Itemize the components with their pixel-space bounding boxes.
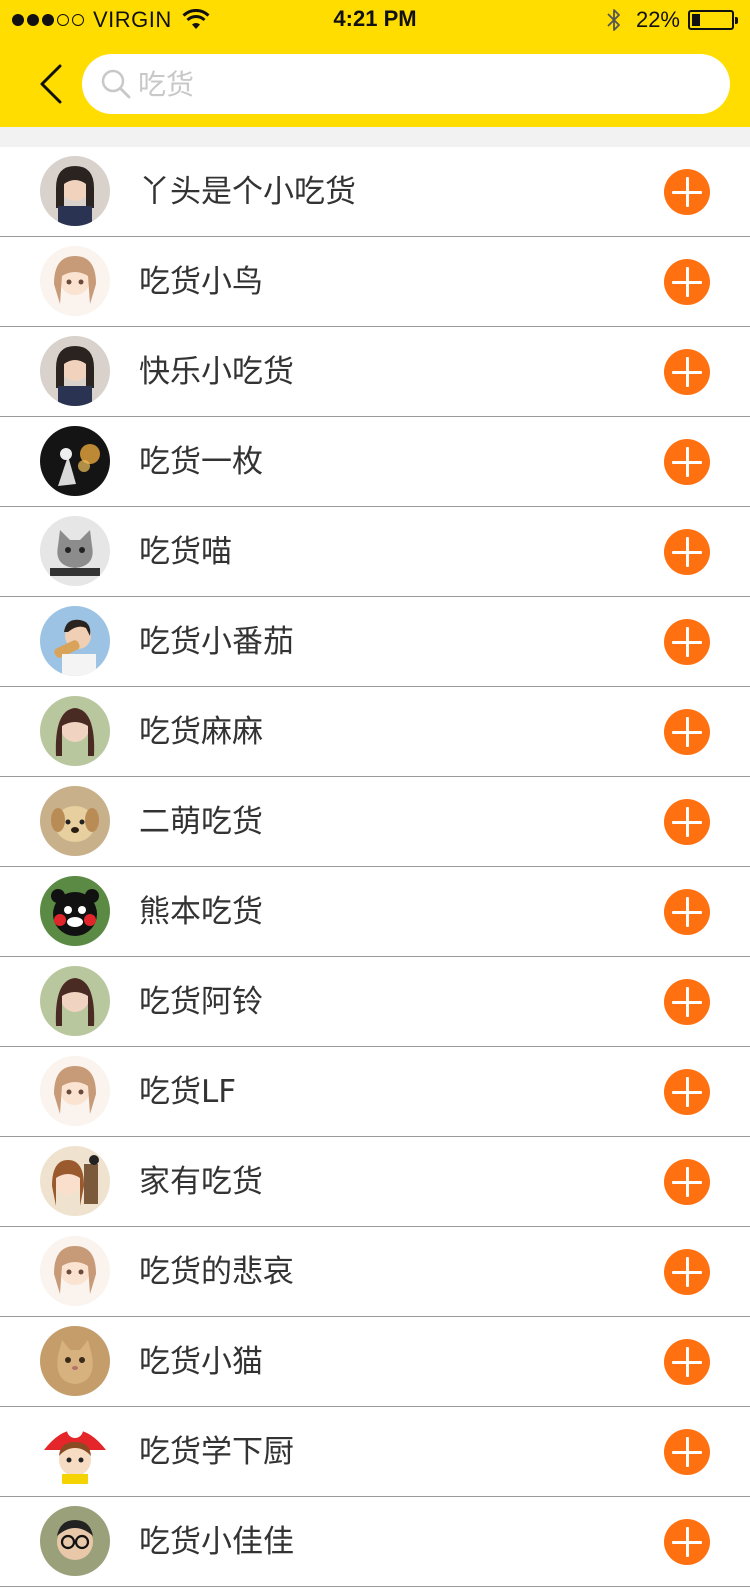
avatar[interactable] (40, 696, 110, 766)
add-friend-button[interactable] (664, 1249, 710, 1295)
user-name[interactable]: 吃货小番茄 (139, 597, 294, 687)
add-friend-button[interactable] (664, 349, 710, 395)
avatar-image (40, 1056, 110, 1126)
search-icon (101, 69, 131, 99)
avatar-image (40, 516, 110, 586)
status-bar: VIRGIN 4:21 PM 22% (0, 0, 750, 40)
add-friend-button[interactable] (664, 1069, 710, 1115)
back-button[interactable] (30, 58, 74, 110)
add-friend-button[interactable] (664, 439, 710, 485)
user-name[interactable]: 吃货小鸟 (139, 237, 263, 327)
add-friend-button[interactable] (664, 1339, 710, 1385)
avatar[interactable] (40, 966, 110, 1036)
avatar[interactable] (40, 516, 110, 586)
avatar[interactable] (40, 786, 110, 856)
section-divider (0, 127, 750, 147)
user-name[interactable]: 二萌吃货 (139, 777, 263, 867)
user-name[interactable]: 吃货LF (139, 1047, 236, 1137)
result-row[interactable]: 吃货一枚 (0, 417, 750, 507)
result-row[interactable]: 吃货小番茄 (0, 597, 750, 687)
result-row[interactable]: 吃货麻麻 (0, 687, 750, 777)
add-friend-button[interactable] (664, 529, 710, 575)
search-nav (0, 52, 750, 116)
battery-level (692, 14, 701, 26)
avatar[interactable] (40, 1506, 110, 1576)
add-friend-button[interactable] (664, 169, 710, 215)
avatar-image (40, 786, 110, 856)
avatar[interactable] (40, 876, 110, 946)
avatar-image (40, 606, 110, 676)
result-row[interactable]: 吃货小猫 (0, 1317, 750, 1407)
avatar[interactable] (40, 156, 110, 226)
result-row[interactable]: 吃货学下厨 (0, 1407, 750, 1497)
chevron-left-icon (40, 64, 62, 104)
battery-icon (688, 10, 738, 30)
user-name[interactable]: 熊本吃货 (139, 867, 263, 957)
avatar[interactable] (40, 1236, 110, 1306)
avatar-image (40, 1326, 110, 1396)
user-name[interactable]: 吃货小佳佳 (139, 1497, 294, 1587)
avatar-image (40, 1416, 110, 1486)
user-name[interactable]: 丫头是个小吃货 (139, 147, 356, 237)
result-row[interactable]: 吃货小鸟 (0, 237, 750, 327)
result-row[interactable]: 吃货LF (0, 1047, 750, 1137)
avatar[interactable] (40, 1056, 110, 1126)
avatar-image (40, 336, 110, 406)
avatar-image (40, 1506, 110, 1576)
avatar-image (40, 1236, 110, 1306)
add-friend-button[interactable] (664, 799, 710, 845)
add-friend-button[interactable] (664, 259, 710, 305)
result-row[interactable]: 吃货喵 (0, 507, 750, 597)
status-right: 22% (606, 6, 738, 34)
result-row[interactable]: 家有吃货 (0, 1137, 750, 1227)
avatar-image (40, 966, 110, 1036)
result-row[interactable]: 吃货小佳佳 (0, 1497, 750, 1587)
battery-percent: 22% (635, 7, 680, 32)
header-bar: VIRGIN 4:21 PM 22% (0, 0, 750, 127)
bluetooth-icon (607, 9, 620, 31)
user-name[interactable]: 吃货的悲哀 (139, 1227, 294, 1317)
avatar-image (40, 1146, 110, 1216)
add-friend-button[interactable] (664, 1429, 710, 1475)
search-box[interactable] (82, 54, 730, 114)
user-name[interactable]: 家有吃货 (139, 1137, 263, 1227)
search-input[interactable] (138, 60, 698, 108)
avatar-image (40, 246, 110, 316)
avatar[interactable] (40, 1146, 110, 1216)
add-friend-button[interactable] (664, 979, 710, 1025)
user-name[interactable]: 吃货阿铃 (139, 957, 263, 1047)
avatar[interactable] (40, 1326, 110, 1396)
add-friend-button[interactable] (664, 1159, 710, 1205)
avatar-image (40, 156, 110, 226)
add-friend-button[interactable] (664, 889, 710, 935)
user-name[interactable]: 吃货一枚 (139, 417, 263, 507)
result-list: 丫头是个小吃货 吃货小鸟 快乐小吃货 吃货一枚 吃货喵 吃货小番茄 吃货麻麻 二萌吃货 熊本吃货… (0, 147, 750, 1587)
result-row[interactable]: 吃货阿铃 (0, 957, 750, 1047)
user-name[interactable]: 快乐小吃货 (139, 327, 294, 417)
avatar[interactable] (40, 426, 110, 496)
result-row[interactable]: 丫头是个小吃货 (0, 147, 750, 237)
add-friend-button[interactable] (664, 709, 710, 755)
result-row[interactable]: 二萌吃货 (0, 777, 750, 867)
result-row[interactable]: 吃货的悲哀 (0, 1227, 750, 1317)
avatar[interactable] (40, 606, 110, 676)
avatar[interactable] (40, 1416, 110, 1486)
add-friend-button[interactable] (664, 619, 710, 665)
user-name[interactable]: 吃货喵 (139, 507, 232, 597)
avatar[interactable] (40, 336, 110, 406)
result-row[interactable]: 快乐小吃货 (0, 327, 750, 417)
result-row[interactable]: 熊本吃货 (0, 867, 750, 957)
user-name[interactable]: 吃货小猫 (139, 1317, 263, 1407)
avatar-image (40, 876, 110, 946)
avatar[interactable] (40, 246, 110, 316)
user-name[interactable]: 吃货学下厨 (139, 1407, 294, 1497)
user-name[interactable]: 吃货麻麻 (139, 687, 263, 777)
avatar-image (40, 696, 110, 766)
avatar-image (40, 426, 110, 496)
add-friend-button[interactable] (664, 1519, 710, 1565)
